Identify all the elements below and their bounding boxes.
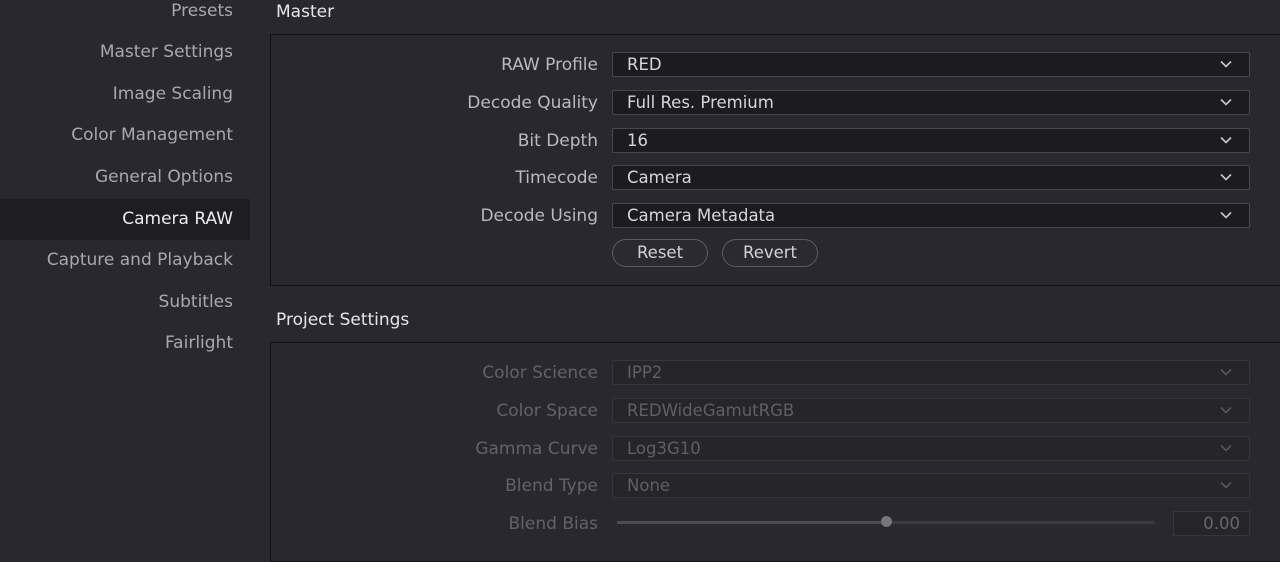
raw-profile-select[interactable]: RED [612,52,1250,77]
blend-bias-value-field: 0.00 [1173,511,1250,536]
reset-button[interactable]: Reset [612,239,708,267]
project-settings-title: Project Settings [276,310,410,330]
blend-bias-slider [617,516,1155,527]
gamma-curve-select: Log3G10 [612,436,1250,461]
timecode-select[interactable]: Camera [612,165,1250,190]
decode-using-value: Camera Metadata [627,206,776,225]
decode-quality-label: Decode Quality [467,93,598,113]
sidebar-item-capture-and-playback[interactable]: Capture and Playback [0,240,250,281]
color-science-value: IPP2 [627,363,663,382]
sidebar-item-master-settings[interactable]: Master Settings [0,32,250,73]
bit-depth-label: Bit Depth [517,131,598,151]
timecode-value: Camera [627,168,692,187]
blend-bias-label: Blend Bias [508,514,598,534]
blend-type-value: None [627,476,671,495]
raw-profile-label: RAW Profile [501,55,598,75]
color-science-select: IPP2 [612,360,1250,385]
sidebar-item-fairlight[interactable]: Fairlight [0,323,250,364]
blend-type-label: Blend Type [505,476,598,496]
chevron-down-icon [1220,481,1232,489]
sidebar-item-general-options[interactable]: General Options [0,157,250,198]
color-space-label: Color Space [496,401,598,421]
blend-bias-slider-fill [617,521,886,524]
sidebar-item-color-management[interactable]: Color Management [0,115,250,156]
color-space-select: REDWideGamutRGB [612,398,1250,423]
bit-depth-value: 16 [627,131,648,150]
chevron-down-icon [1220,173,1232,181]
blend-type-select: None [612,473,1250,498]
gamma-curve-value: Log3G10 [627,439,701,458]
decode-quality-select[interactable]: Full Res. Premium [612,90,1250,115]
sidebar-item-image-scaling[interactable]: Image Scaling [0,74,250,115]
chevron-down-icon [1220,98,1232,106]
raw-profile-value: RED [627,55,662,74]
sidebar-item-presets[interactable]: Presets [0,0,250,32]
sidebar-item-subtitles[interactable]: Subtitles [0,282,250,323]
chevron-down-icon [1220,211,1232,219]
bit-depth-select[interactable]: 16 [612,128,1250,153]
settings-sidebar: Presets Master Settings Image Scaling Co… [0,0,250,547]
color-space-value: REDWideGamutRGB [627,401,795,420]
color-science-label: Color Science [482,363,598,383]
decode-using-select[interactable]: Camera Metadata [612,203,1250,228]
master-section-title: Master [276,2,335,22]
decode-using-label: Decode Using [480,206,598,226]
chevron-down-icon [1220,444,1232,452]
chevron-down-icon [1220,60,1232,68]
chevron-down-icon [1220,368,1232,376]
blend-bias-slider-thumb [880,516,892,527]
chevron-down-icon [1220,136,1232,144]
sidebar-item-camera-raw[interactable]: Camera RAW [0,199,250,240]
decode-quality-value: Full Res. Premium [627,93,774,112]
timecode-label: Timecode [515,168,598,188]
chevron-down-icon [1220,406,1232,414]
revert-button[interactable]: Revert [722,239,818,267]
gamma-curve-label: Gamma Curve [475,439,598,459]
